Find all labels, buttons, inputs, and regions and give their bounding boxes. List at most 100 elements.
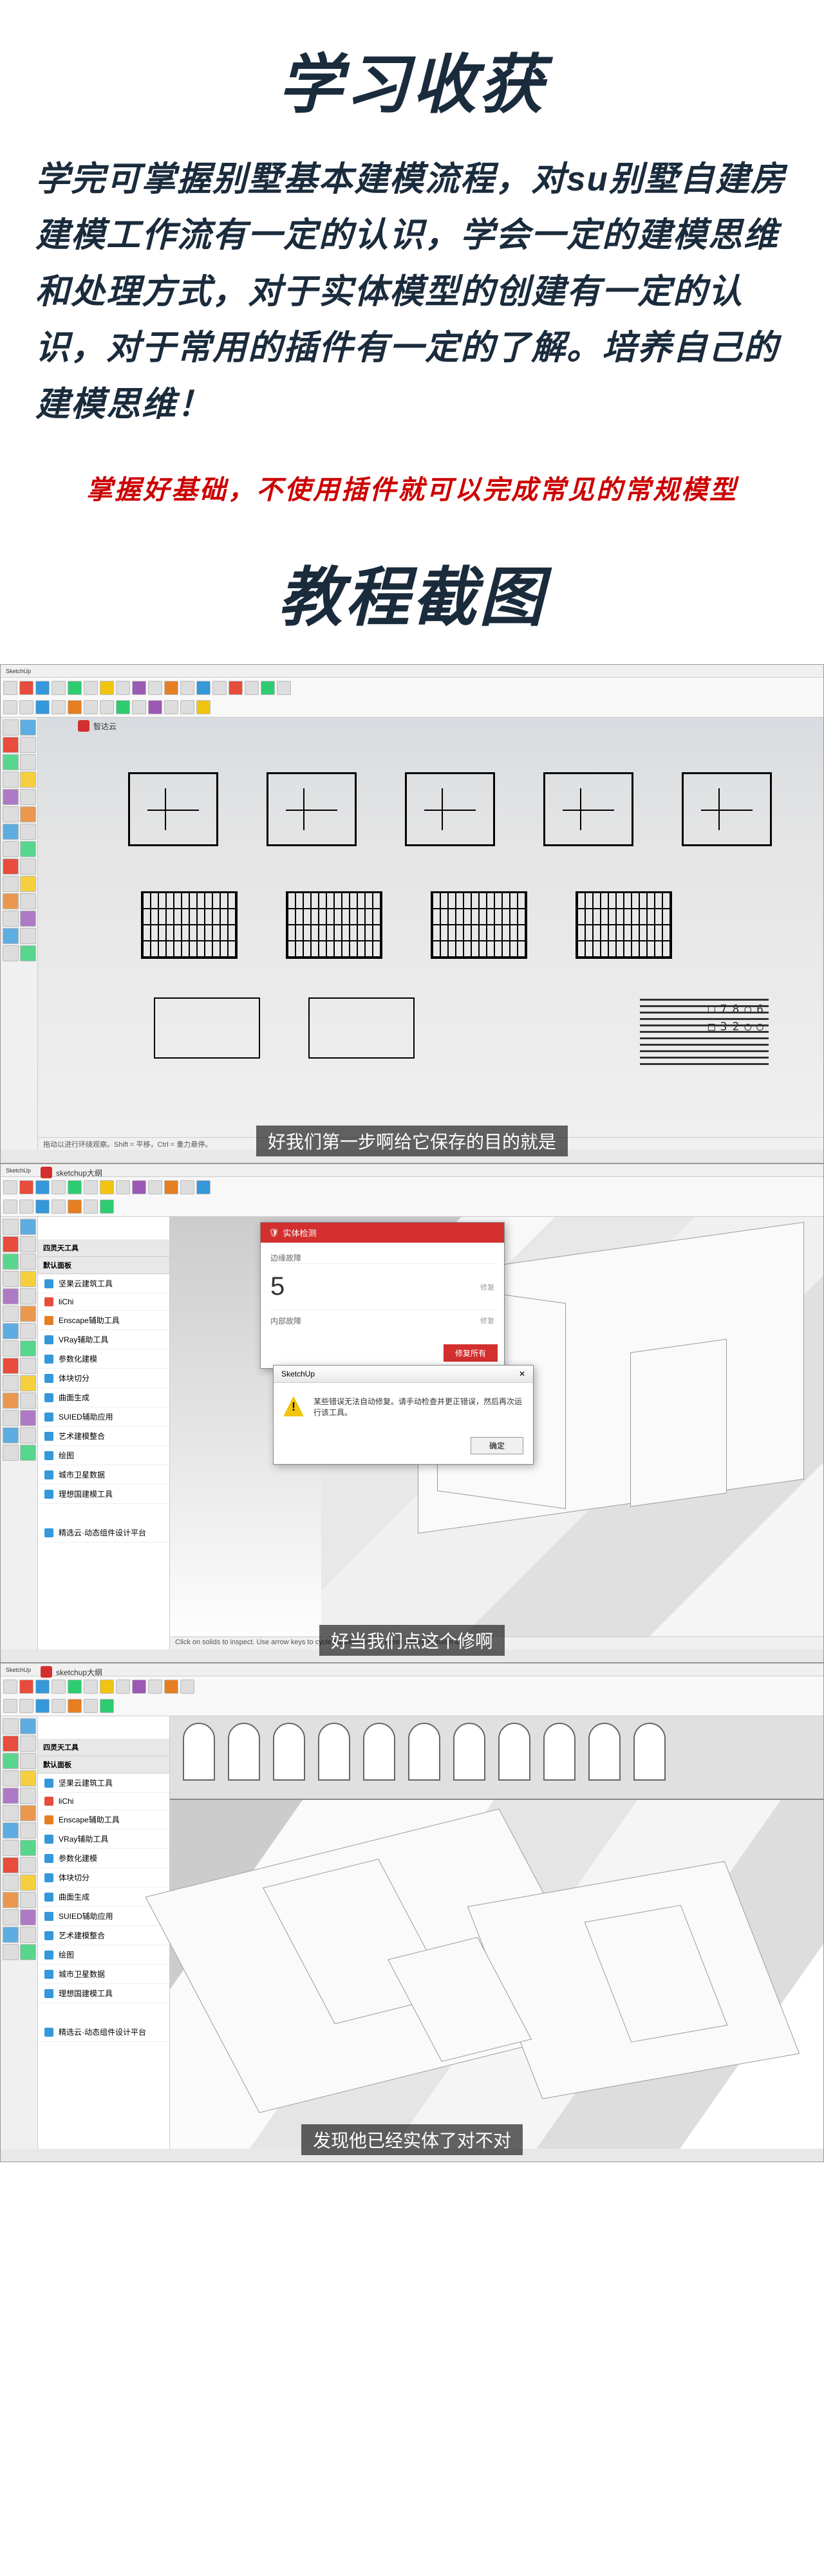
tool-icon[interactable] xyxy=(20,893,36,909)
panel-item[interactable]: 绘图 xyxy=(38,1945,169,1965)
toolbar-icon[interactable] xyxy=(19,1699,33,1713)
tool-icon[interactable] xyxy=(20,945,36,961)
toolbar-icon[interactable] xyxy=(100,1680,114,1694)
toolbar-icon[interactable] xyxy=(84,1200,98,1214)
toolbar-icon[interactable] xyxy=(164,1680,178,1694)
toolbar-icon[interactable] xyxy=(196,1180,211,1194)
toolbar-icon[interactable] xyxy=(19,681,33,695)
close-icon[interactable]: ✕ xyxy=(519,1369,525,1378)
toolbar-icon[interactable] xyxy=(100,1200,114,1214)
tool-icon[interactable] xyxy=(3,754,19,770)
tool-icon[interactable] xyxy=(20,1875,36,1891)
toolbar-icon[interactable] xyxy=(116,700,130,714)
toolbar-icon[interactable] xyxy=(35,1200,50,1214)
tool-icon[interactable] xyxy=(20,772,36,788)
tool-icon[interactable] xyxy=(3,1927,19,1943)
toolbar-icon[interactable] xyxy=(35,1699,50,1713)
tool-icon[interactable] xyxy=(3,858,19,875)
tool-icon[interactable] xyxy=(3,824,19,840)
tool-icon[interactable] xyxy=(20,806,36,822)
tool-icon[interactable] xyxy=(3,1788,19,1804)
panel-item[interactable]: 绘图 xyxy=(38,1446,169,1465)
viewport-3d[interactable] xyxy=(170,1716,823,2149)
tool-icon[interactable] xyxy=(3,1288,19,1304)
fix-link[interactable]: 修复 xyxy=(480,1315,494,1326)
toolbar-icon[interactable] xyxy=(3,1699,17,1713)
tool-icon[interactable] xyxy=(20,841,36,857)
tool-icon[interactable] xyxy=(20,1393,36,1409)
tool-icon[interactable] xyxy=(3,806,19,822)
panel-item[interactable]: 城市卫星数据 xyxy=(38,1465,169,1485)
tool-icon[interactable] xyxy=(3,1323,19,1339)
toolbar-icon[interactable] xyxy=(3,700,17,714)
toolbar-icon[interactable] xyxy=(84,1180,98,1194)
panel-item[interactable]: VRay辅助工具 xyxy=(38,1330,169,1349)
toolbar-icon[interactable] xyxy=(19,1200,33,1214)
tool-icon[interactable] xyxy=(3,1236,19,1252)
toolbar-icon[interactable] xyxy=(3,1180,17,1194)
tool-icon[interactable] xyxy=(20,1805,36,1821)
tool-icon[interactable] xyxy=(3,1427,19,1443)
toolbar-icon[interactable] xyxy=(180,700,194,714)
toolbar-icon[interactable] xyxy=(68,700,82,714)
panel-item[interactable]: VRay辅助工具 xyxy=(38,1830,169,1849)
tool-icon[interactable] xyxy=(3,1254,19,1270)
toolbar-icon[interactable] xyxy=(68,1180,82,1194)
toolbar-icon[interactable] xyxy=(35,1180,50,1194)
toolbar-icon[interactable] xyxy=(277,681,291,695)
tool-icon[interactable] xyxy=(20,1219,36,1235)
toolbar-icon[interactable] xyxy=(68,1699,82,1713)
tool-icon[interactable] xyxy=(20,1375,36,1391)
toolbar-icon[interactable] xyxy=(19,1680,33,1694)
toolbar-icon[interactable] xyxy=(52,700,66,714)
tool-icon[interactable] xyxy=(20,1410,36,1426)
toolbar-icon[interactable] xyxy=(100,1699,114,1713)
panel-footer-item[interactable]: 精选云·动态组件设计平台 xyxy=(38,1523,169,1543)
tool-icon[interactable] xyxy=(20,1358,36,1374)
fix-link[interactable]: 修复 xyxy=(480,1282,494,1292)
tool-icon[interactable] xyxy=(3,1909,19,1925)
tool-icon[interactable] xyxy=(3,1375,19,1391)
tool-icon[interactable] xyxy=(3,911,19,927)
tool-icon[interactable] xyxy=(3,1875,19,1891)
toolbar-icon[interactable] xyxy=(52,1680,66,1694)
toolbar-icon[interactable] xyxy=(35,700,50,714)
tool-icon[interactable] xyxy=(20,1857,36,1873)
panel-item[interactable]: 理想国建模工具 xyxy=(38,1984,169,2003)
toolbar-icon[interactable] xyxy=(180,1180,194,1194)
tool-icon[interactable] xyxy=(20,1323,36,1339)
toolbar-icon[interactable] xyxy=(196,700,211,714)
panel-item[interactable]: 体块切分 xyxy=(38,1868,169,1887)
tool-icon[interactable] xyxy=(3,1445,19,1461)
toolbar-icon[interactable] xyxy=(148,681,162,695)
tool-icon[interactable] xyxy=(20,1718,36,1734)
toolbar-icon[interactable] xyxy=(19,700,33,714)
toolbar-icon[interactable] xyxy=(84,1680,98,1694)
tool-icon[interactable] xyxy=(3,841,19,857)
toolbar-icon[interactable] xyxy=(180,1680,194,1694)
panel-item[interactable]: 城市卫星数据 xyxy=(38,1965,169,1984)
toolbar-icon[interactable] xyxy=(164,1180,178,1194)
tool-icon[interactable] xyxy=(3,1944,19,1960)
toolbar-icon[interactable] xyxy=(132,681,146,695)
tool-icon[interactable] xyxy=(3,1718,19,1734)
tool-icon[interactable] xyxy=(3,1857,19,1873)
tool-icon[interactable] xyxy=(20,1254,36,1270)
toolbar-icon[interactable] xyxy=(3,1200,17,1214)
panel-item[interactable]: 坚果云建筑工具 xyxy=(38,1274,169,1293)
toolbar-icon[interactable] xyxy=(132,700,146,714)
tool-icon[interactable] xyxy=(20,1753,36,1769)
toolbar-icon[interactable] xyxy=(116,1180,130,1194)
panel-item[interactable]: 参数化建模 xyxy=(38,1349,169,1369)
tool-icon[interactable] xyxy=(3,1770,19,1786)
toolbar-icon[interactable] xyxy=(180,681,194,695)
toolbar-icon[interactable] xyxy=(3,681,17,695)
toolbar-icon[interactable] xyxy=(132,1180,146,1194)
panel-item[interactable]: 曲面生成 xyxy=(38,1388,169,1407)
tool-icon[interactable] xyxy=(3,1840,19,1856)
tool-icon[interactable] xyxy=(20,1236,36,1252)
toolbar-icon[interactable] xyxy=(35,1680,50,1694)
toolbar-icon[interactable] xyxy=(100,700,114,714)
tool-icon[interactable] xyxy=(20,1822,36,1839)
toolbar-icon[interactable] xyxy=(68,1200,82,1214)
